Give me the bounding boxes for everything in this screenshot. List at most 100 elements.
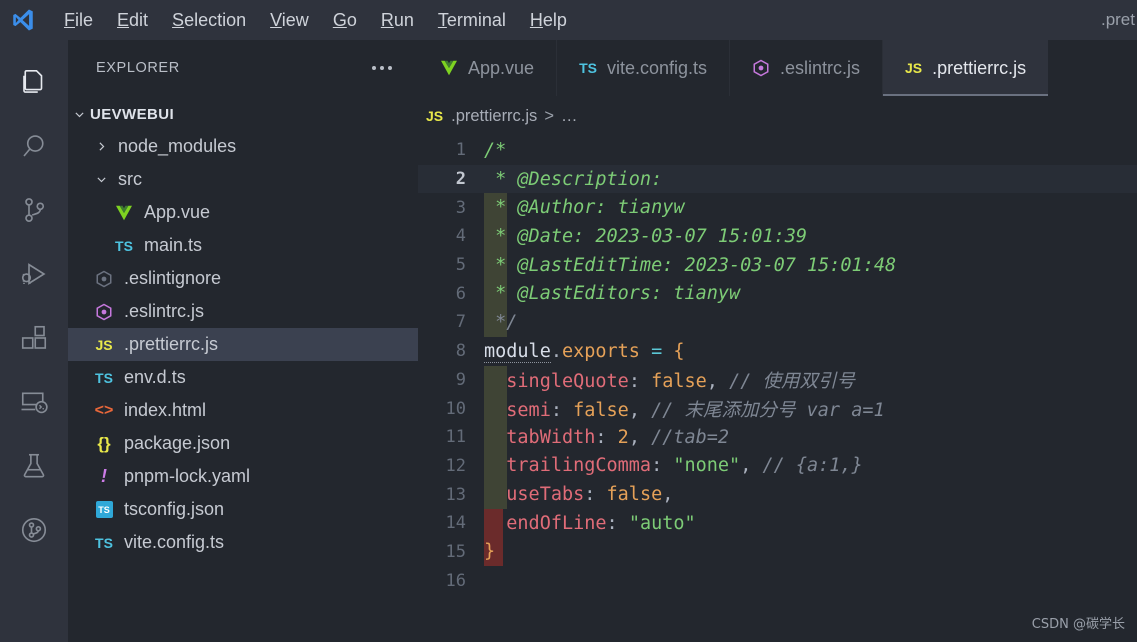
- code-text: useTabs: false,: [484, 484, 1137, 505]
- remote-explorer-icon[interactable]: [0, 370, 68, 434]
- menu-help[interactable]: Help: [518, 0, 579, 40]
- line-number: 12: [445, 455, 466, 476]
- code-line[interactable]: 3 * @Author: tianyw: [418, 193, 1137, 222]
- code-line[interactable]: 12 trailingComma: "none", // {a:1,}: [418, 452, 1137, 481]
- tree-item-package-json[interactable]: {} package.json: [68, 427, 418, 460]
- tree-item-label: tsconfig.json: [124, 499, 225, 519]
- vscode-window: File Edit Selection View Go Run Terminal…: [0, 0, 1137, 642]
- tree-item-index-html[interactable]: <> index.html: [68, 394, 418, 427]
- menu-edit[interactable]: Edit: [105, 0, 160, 40]
- editor-tab-bar[interactable]: App.vue TS vite.config.ts .eslintrc.js J…: [418, 40, 1137, 96]
- code-token: /*: [484, 139, 507, 161]
- explorer-icon[interactable]: [0, 50, 68, 114]
- breadcrumb[interactable]: JS .prettierrc.js > …: [418, 96, 1137, 136]
- tree-item-label: env.d.ts: [124, 367, 186, 387]
- code-token: // {a:1,}: [751, 455, 863, 477]
- tab-prettierrc-js[interactable]: JS .prettierrc.js: [883, 40, 1049, 96]
- typescript-icon: TS: [115, 237, 133, 254]
- code-token: * @LastEditors: tianyw: [484, 283, 741, 305]
- watermark: CSDN @碳学长: [1031, 617, 1125, 632]
- tree-item-main-ts[interactable]: TS main.ts: [68, 229, 418, 262]
- code-line[interactable]: 7 */: [418, 308, 1137, 337]
- menu-bar[interactable]: File Edit Selection View Go Run Terminal…: [52, 0, 579, 40]
- breadcrumb-tail[interactable]: …: [561, 107, 578, 126]
- search-icon[interactable]: [0, 114, 68, 178]
- tab-vite-config-ts[interactable]: TS vite.config.ts: [557, 40, 730, 96]
- eslint-purple-icon: [752, 59, 770, 77]
- code-line[interactable]: 13 useTabs: false,: [418, 480, 1137, 509]
- activity-bar[interactable]: [0, 40, 68, 642]
- run-and-debug-icon[interactable]: [0, 242, 68, 306]
- code-token: ,: [706, 370, 718, 392]
- code-line[interactable]: 14 endOfLine: "auto": [418, 509, 1137, 538]
- code-line[interactable]: 15}: [418, 538, 1137, 567]
- code-line[interactable]: 11 tabWidth: 2, //tab=2: [418, 423, 1137, 452]
- menu-selection[interactable]: Selection: [160, 0, 258, 40]
- tree-item-src[interactable]: src: [68, 163, 418, 196]
- tree-item-eslintrc-js[interactable]: .eslintrc.js: [68, 295, 418, 328]
- tree-item-eslintignore[interactable]: .eslintignore: [68, 262, 418, 295]
- yaml-icon: !: [101, 466, 107, 486]
- line-number: 14: [445, 513, 466, 534]
- code-text: * @Date: 2023-03-07 15:01:39: [484, 226, 1137, 247]
- file-tree[interactable]: UEVWEBUI node_modules src App.vue TS mai…: [68, 96, 418, 642]
- tab-label: .eslintrc.js: [780, 57, 861, 78]
- line-number: 4: [455, 226, 466, 247]
- line-number: 10: [445, 398, 466, 419]
- ellipsis-icon[interactable]: [362, 60, 402, 76]
- code-token: 2: [617, 426, 629, 448]
- code-line[interactable]: 5 * @LastEditTime: 2023-03-07 15:01:48: [418, 251, 1137, 280]
- gitlens-icon[interactable]: [0, 498, 68, 562]
- code-line[interactable]: 16: [418, 566, 1137, 595]
- code-token: // 使用双引号: [717, 370, 855, 392]
- code-editor[interactable]: 1/* 2 * @Description: 3 * @Author: tianyw 4…: [418, 136, 1137, 642]
- testing-flask-icon[interactable]: [0, 434, 68, 498]
- menu-view[interactable]: View: [258, 0, 321, 40]
- code-line[interactable]: 9 singleQuote: false, // 使用双引号: [418, 366, 1137, 395]
- breadcrumb-file[interactable]: .prettierrc.js: [451, 107, 537, 126]
- code-line[interactable]: 8 module.exports = {: [418, 337, 1137, 366]
- tab-app-vue[interactable]: App.vue: [418, 40, 558, 96]
- tree-item-node_modules[interactable]: node_modules: [68, 130, 418, 163]
- source-control-icon[interactable]: [0, 178, 68, 242]
- tree-item-label: main.ts: [144, 235, 203, 255]
- menu-file[interactable]: File: [52, 0, 105, 40]
- tree-item-tsconfig-json[interactable]: TS tsconfig.json: [68, 493, 418, 526]
- code-text: singleQuote: false, // 使用双引号: [484, 367, 1137, 393]
- code-line[interactable]: 4 * @Date: 2023-03-07 15:01:39: [418, 222, 1137, 251]
- code-line[interactable]: 1 /*: [418, 136, 1137, 165]
- line-number: 11: [445, 427, 466, 448]
- tree-root-uevwebui[interactable]: UEVWEBUI: [68, 98, 418, 130]
- extensions-icon[interactable]: [0, 306, 68, 370]
- code-token: :: [595, 426, 607, 448]
- code-text: module.exports = {: [484, 340, 1137, 363]
- menu-terminal[interactable]: Terminal: [426, 0, 518, 40]
- tree-item-pnpm-lock-yaml[interactable]: ! pnpm-lock.yaml: [68, 460, 418, 493]
- code-text: /*: [484, 140, 1137, 161]
- tree-item-prettierrc-js[interactable]: JS .prettierrc.js: [68, 328, 418, 361]
- line-number: 13: [445, 484, 466, 505]
- json-icon: {}: [97, 433, 111, 453]
- tree-item-vite-config-ts[interactable]: TS vite.config.ts: [68, 526, 418, 559]
- code-line[interactable]: 2 * @Description:: [418, 164, 1137, 194]
- code-token: semi: [506, 399, 551, 421]
- code-token: exports: [561, 340, 640, 362]
- menu-go[interactable]: Go: [321, 0, 369, 40]
- code-line[interactable]: 6 * @LastEditors: tianyw: [418, 279, 1137, 308]
- code-token: "auto": [628, 512, 696, 534]
- code-token: * @Author: tianyw: [484, 197, 685, 219]
- code-text: trailingComma: "none", // {a:1,}: [484, 455, 1137, 476]
- code-line[interactable]: 10 semi: false, // 末尾添加分号 var a=1: [418, 394, 1137, 423]
- code-token: * @Date: 2023-03-07 15:01:39: [484, 225, 808, 247]
- tab-label: App.vue: [468, 57, 535, 78]
- tab-eslintrc-js[interactable]: .eslintrc.js: [730, 40, 884, 96]
- explorer-sidebar: EXPLORER UEVWEBUI node_modules src App.v…: [68, 40, 418, 642]
- menu-run[interactable]: Run: [369, 0, 426, 40]
- tree-item-env-d-ts[interactable]: TS env.d.ts: [68, 361, 418, 394]
- code-token: :: [606, 512, 618, 534]
- tree-item-app-vue[interactable]: App.vue: [68, 196, 418, 229]
